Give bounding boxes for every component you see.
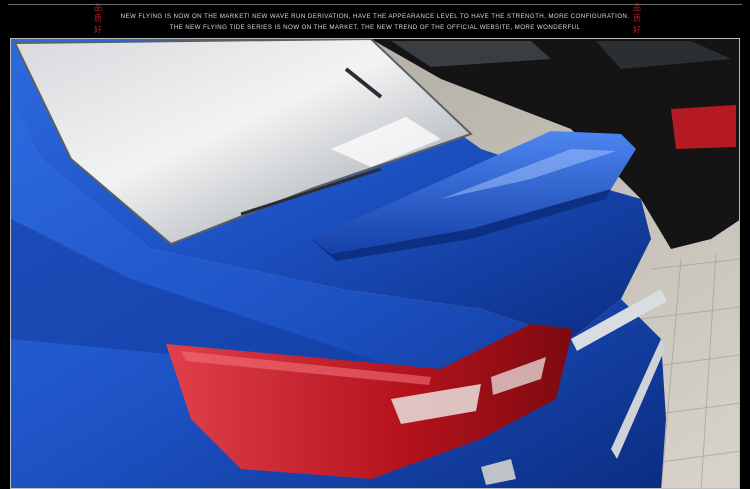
caption-line-2: THE NEW FLYING TIDE SERIES IS NOW ON THE… [169, 24, 581, 31]
product-photo [10, 38, 740, 489]
caption-line-1: NEW FLYING IS NOW ON THE MARKET! NEW WAV… [120, 13, 630, 20]
top-banner: 品质好 品质好 NEW FLYING IS NOW ON THE MARKET!… [0, 0, 750, 38]
car-spoiler-photo [11, 39, 739, 488]
neighbor-taillight [671, 105, 736, 149]
